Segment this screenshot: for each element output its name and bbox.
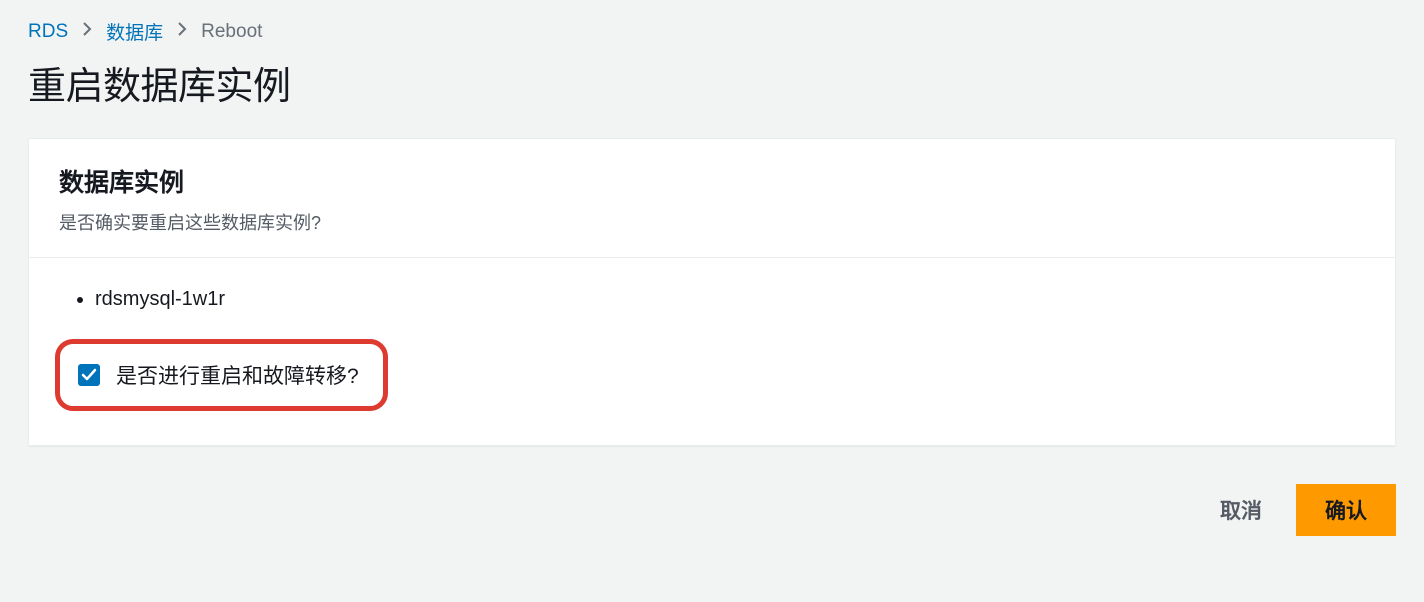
failover-checkbox-highlight: 是否进行重启和故障转移? <box>55 339 388 411</box>
panel-header: 数据库实例 是否确实要重启这些数据库实例? <box>29 139 1395 258</box>
chevron-right-icon <box>82 22 92 41</box>
failover-checkbox[interactable] <box>78 364 100 386</box>
breadcrumb: RDS 数据库 Reboot <box>28 18 1396 45</box>
page-title: 重启数据库实例 <box>28 55 1396 110</box>
chevron-right-icon <box>177 22 187 41</box>
list-item: rdsmysql-1w1r <box>95 288 1365 311</box>
panel-subtitle: 是否确实要重启这些数据库实例? <box>59 209 1365 235</box>
breadcrumb-link-rds[interactable]: RDS <box>28 21 68 43</box>
failover-checkbox-label: 是否进行重启和故障转移? <box>116 360 359 390</box>
panel-body: rdsmysql-1w1r 是否进行重启和故障转移? <box>29 258 1395 445</box>
breadcrumb-link-databases[interactable]: 数据库 <box>106 18 163 45</box>
check-icon <box>81 367 97 383</box>
cancel-button[interactable]: 取消 <box>1214 485 1268 535</box>
reboot-panel: 数据库实例 是否确实要重启这些数据库实例? rdsmysql-1w1r 是否进行… <box>28 138 1396 446</box>
action-bar: 取消 确认 <box>28 484 1396 536</box>
instance-list: rdsmysql-1w1r <box>59 288 1365 311</box>
confirm-button[interactable]: 确认 <box>1296 484 1396 536</box>
panel-title: 数据库实例 <box>59 163 1365 199</box>
breadcrumb-current: Reboot <box>201 21 262 43</box>
